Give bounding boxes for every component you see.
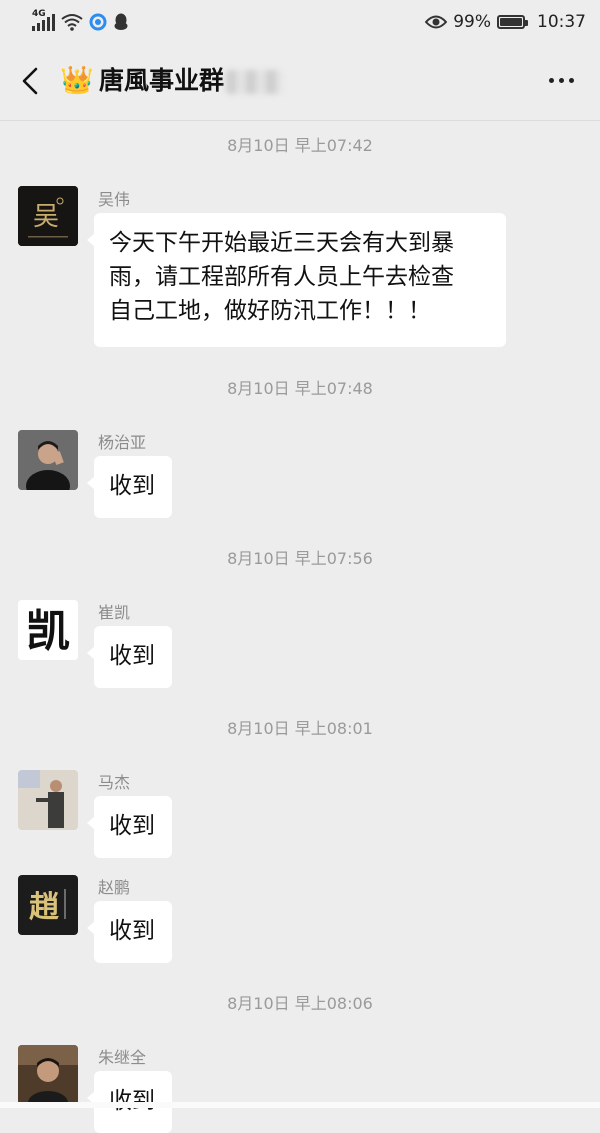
sender-name: 朱继全 bbox=[98, 1048, 147, 1067]
chevron-left-icon[interactable] bbox=[16, 64, 46, 98]
avatar[interactable] bbox=[18, 430, 78, 490]
battery-fill bbox=[500, 18, 522, 26]
group-title: 唐風事业群 bbox=[99, 66, 225, 95]
sender-name: 杨治亚 bbox=[98, 433, 147, 452]
timestamp: 8月10日 早上08:01 bbox=[227, 719, 373, 738]
status-bar: 4G 99% 10:37 bbox=[0, 0, 600, 44]
message-bubble[interactable]: 今天下午开始最近三天会有大到暴 雨，请工程部所有人员上午去检查 自己工地，做好防… bbox=[87, 213, 506, 347]
network-type: 4G bbox=[32, 9, 46, 19]
avatar[interactable]: 吴 bbox=[18, 186, 78, 246]
sender-name: 赵鹏 bbox=[98, 878, 131, 897]
more-dots-icon[interactable] bbox=[549, 78, 574, 83]
avatar-calligraphy: 凯 bbox=[18, 600, 78, 660]
sender-name: 崔凯 bbox=[98, 603, 131, 622]
message-bubble[interactable]: 收到 bbox=[87, 626, 172, 688]
avatar-photo bbox=[18, 770, 78, 830]
clock: 10:37 bbox=[537, 12, 586, 32]
avatar[interactable] bbox=[18, 770, 78, 830]
status-right: 99% 10:37 bbox=[425, 10, 586, 34]
crown-icon: 👑 bbox=[60, 65, 94, 96]
wifi-icon bbox=[61, 14, 83, 31]
sender-name: 马杰 bbox=[98, 773, 131, 792]
timestamp: 8月10日 早上07:42 bbox=[227, 136, 373, 155]
avatar[interactable]: 趙 bbox=[18, 875, 78, 935]
chat-header: 👑 唐風事业群 bbox=[0, 44, 600, 121]
avatar-logo: 吴 bbox=[18, 186, 78, 246]
app-notification-icon bbox=[89, 13, 107, 31]
message-bubble[interactable]: 收到 bbox=[87, 796, 172, 858]
timestamp: 8月10日 早上08:06 bbox=[227, 994, 373, 1013]
signal-icon: 4G bbox=[32, 9, 55, 31]
message-text: 收到 bbox=[109, 473, 155, 499]
avatar[interactable]: 凯 bbox=[18, 600, 78, 660]
message-bubble[interactable]: 收到 bbox=[87, 901, 172, 963]
bottom-edge bbox=[0, 1102, 600, 1108]
sender-name: 吴伟 bbox=[98, 190, 131, 209]
message-line: 今天下午开始最近三天会有大到暴 bbox=[109, 230, 454, 256]
status-left: 4G bbox=[32, 9, 129, 34]
message-line: 自己工地，做好防汛工作！！！ bbox=[109, 298, 431, 324]
message-bubble[interactable]: 收到 bbox=[87, 456, 172, 518]
message-line: 雨，请工程部所有人员上午去检查 bbox=[109, 264, 454, 290]
battery-icon bbox=[497, 15, 528, 29]
avatar-photo bbox=[18, 430, 78, 490]
message-text: 收到 bbox=[109, 813, 155, 839]
eye-icon bbox=[425, 15, 448, 29]
battery-percent: 99% bbox=[453, 12, 491, 32]
message-text: 收到 bbox=[109, 918, 155, 944]
avatar-photo bbox=[18, 1045, 78, 1105]
avatar-calligraphy: 趙 bbox=[18, 875, 78, 935]
avatar[interactable] bbox=[18, 1045, 78, 1105]
message-text: 收到 bbox=[109, 1088, 155, 1114]
blurred-title-suffix bbox=[226, 70, 282, 94]
avatar-text: 趙 bbox=[29, 890, 59, 925]
timestamp: 8月10日 早上07:48 bbox=[227, 379, 373, 398]
avatar-text: 吴 bbox=[33, 202, 59, 232]
qq-penguin-icon bbox=[114, 13, 128, 30]
timestamp: 8月10日 早上07:56 bbox=[227, 549, 373, 568]
avatar-text: 凯 bbox=[26, 606, 70, 657]
message-text: 收到 bbox=[109, 643, 155, 669]
